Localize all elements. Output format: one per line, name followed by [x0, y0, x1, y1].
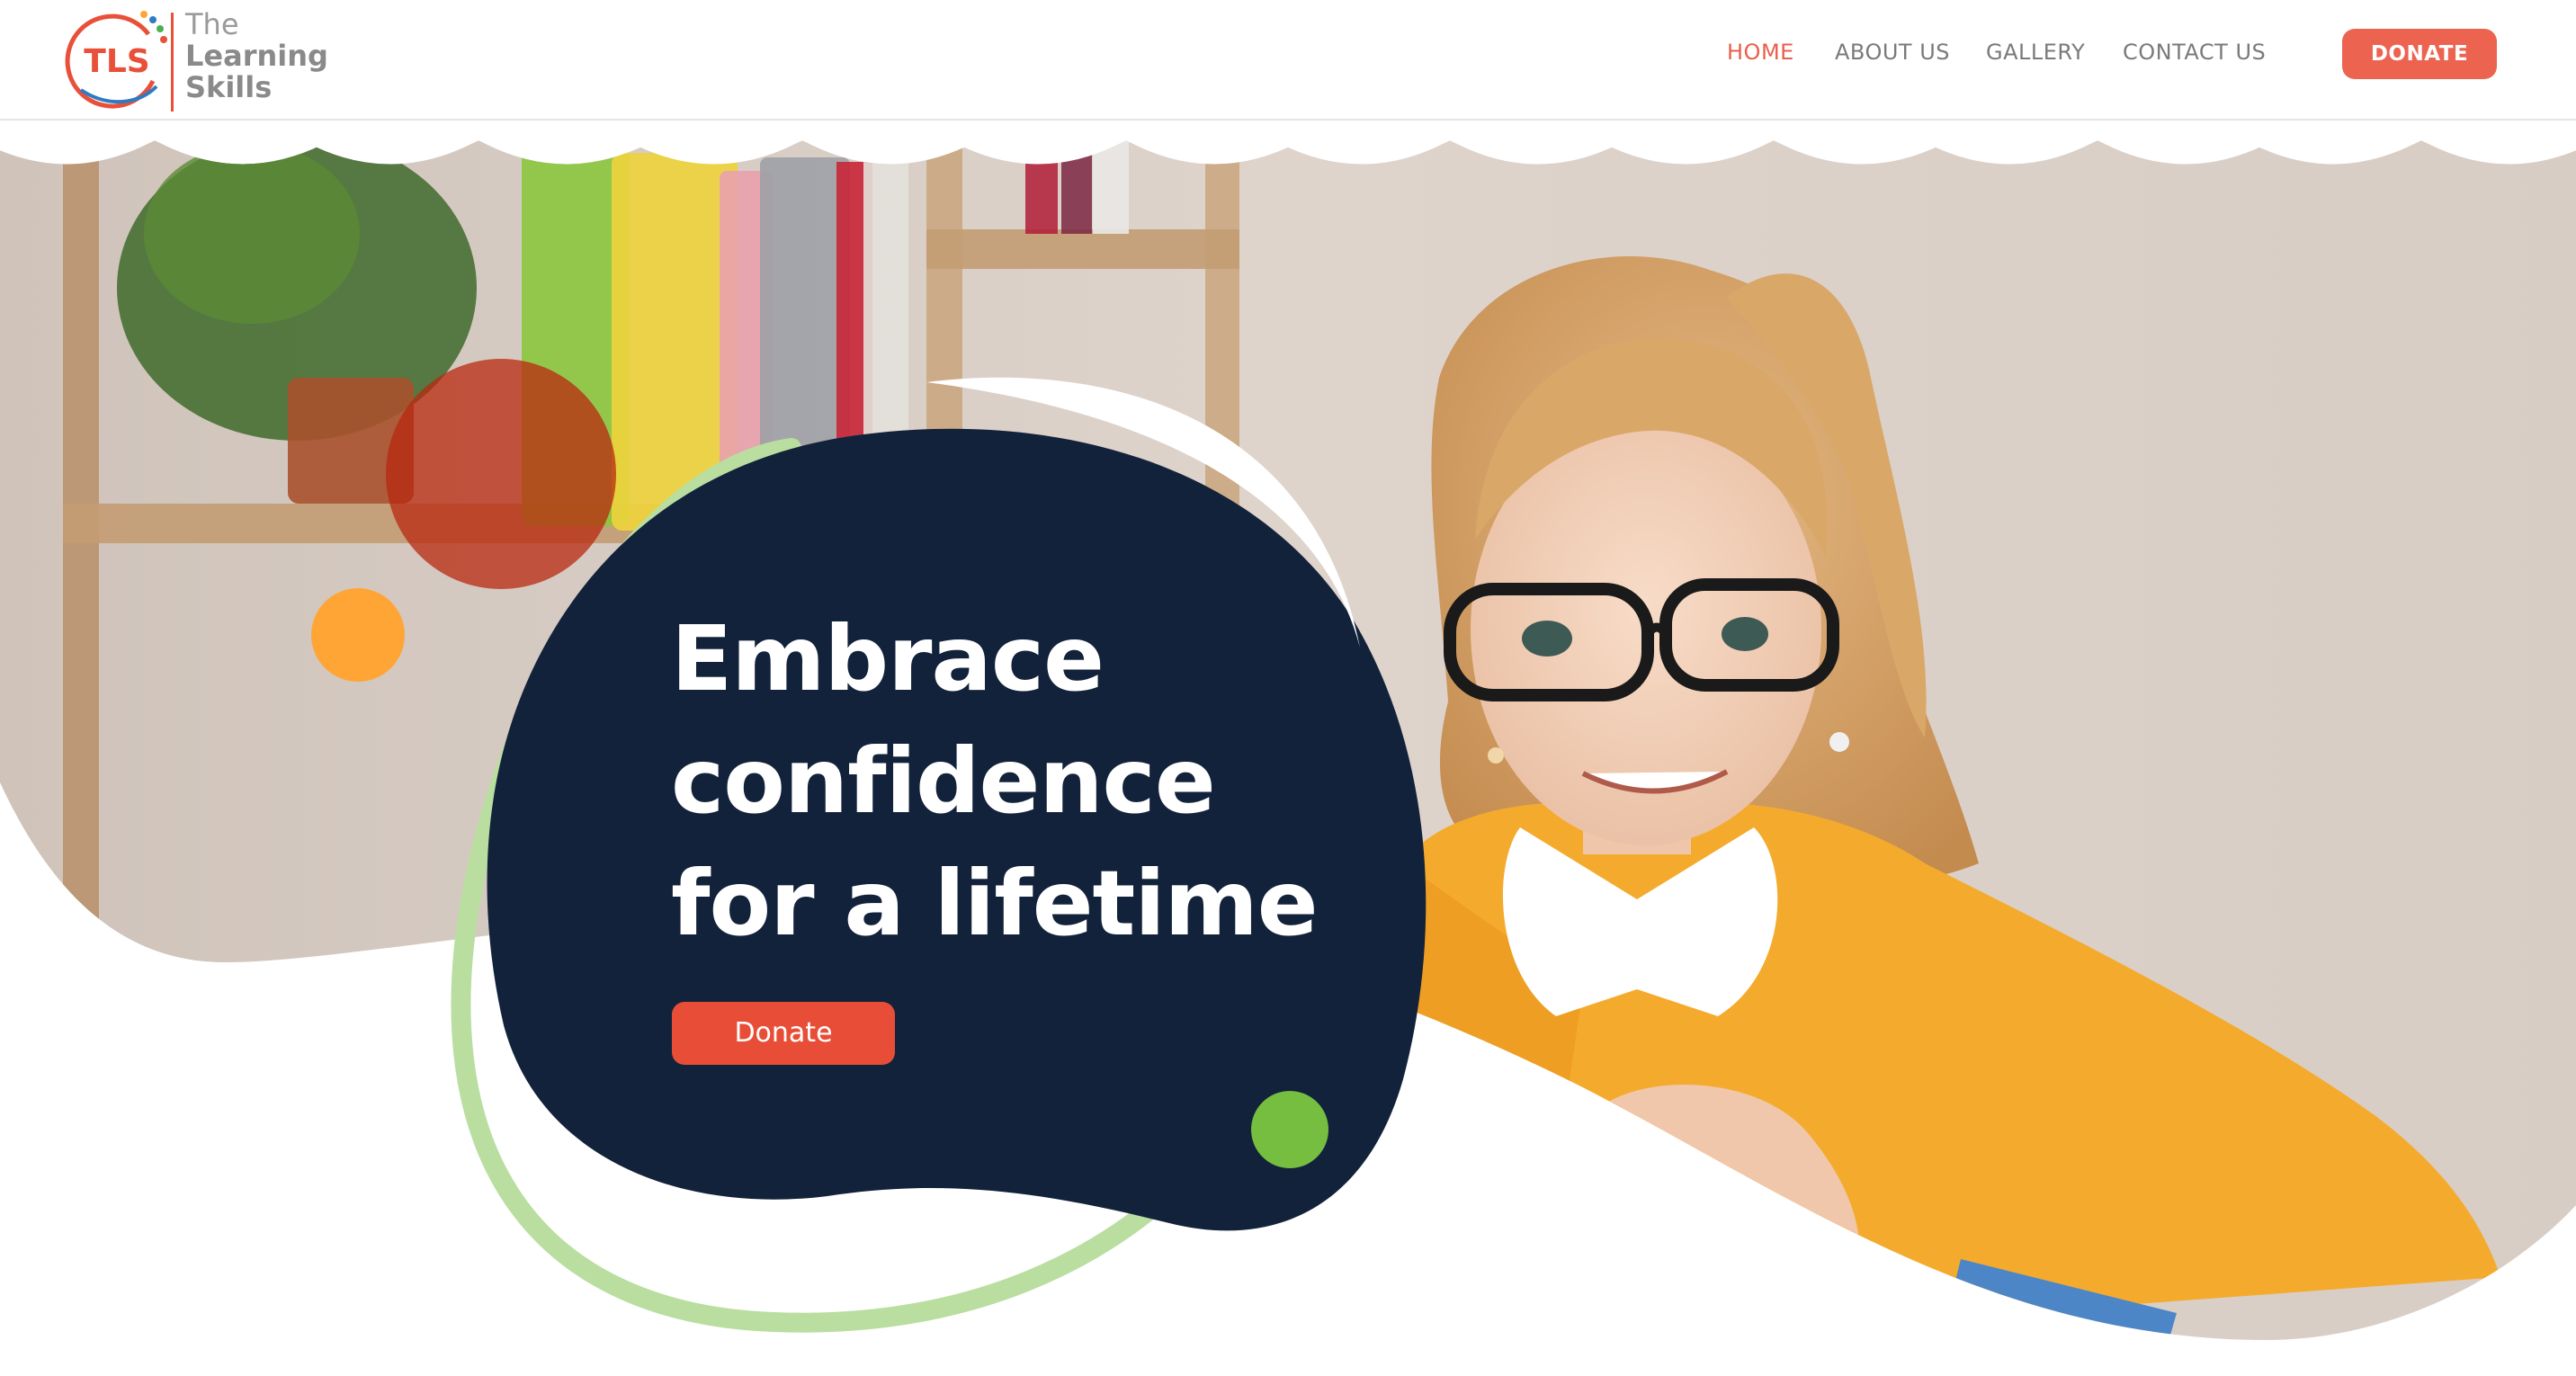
- page: Embrace confidence for a lifetime Donate…: [0, 0, 2576, 1376]
- tls-logo-icon: TLS: [65, 11, 167, 109]
- headline-line-1: Embrace: [671, 606, 1105, 711]
- headline-line-3: for a lifetime: [671, 851, 1319, 956]
- nav-contact-us[interactable]: CONTACT US: [2123, 40, 2266, 65]
- headline-line-2: confidence: [671, 728, 1216, 834]
- logo-word-3: Skills: [185, 70, 273, 104]
- logo-mark-text: TLS: [84, 43, 149, 80]
- hero-section: Embrace confidence for a lifetime Donate: [0, 0, 2576, 1376]
- hero-headline: Embrace confidence for a lifetime: [671, 598, 1319, 965]
- logo-word-2: Learning: [185, 39, 328, 73]
- hero-photo: [0, 119, 2576, 1340]
- orange-dot-decor: [311, 588, 405, 682]
- site-header: TLS The Learning Skills HOME ABOUT US GA…: [0, 0, 2576, 121]
- logo-word-1: The: [185, 7, 239, 41]
- hero-donate-button[interactable]: Donate: [672, 1002, 895, 1065]
- green-dot-decor: [1251, 1091, 1328, 1168]
- logo-divider: [171, 13, 174, 112]
- nav-home[interactable]: HOME: [1727, 40, 1794, 65]
- nav-about-us[interactable]: ABOUT US: [1835, 40, 1950, 65]
- red-circle-decor: [386, 359, 616, 589]
- site-logo[interactable]: TLS The Learning Skills: [63, 7, 333, 112]
- nav-gallery[interactable]: GALLERY: [1986, 40, 2085, 65]
- logo-wordmark: The Learning Skills: [185, 9, 328, 103]
- header-donate-button[interactable]: DONATE: [2342, 29, 2497, 79]
